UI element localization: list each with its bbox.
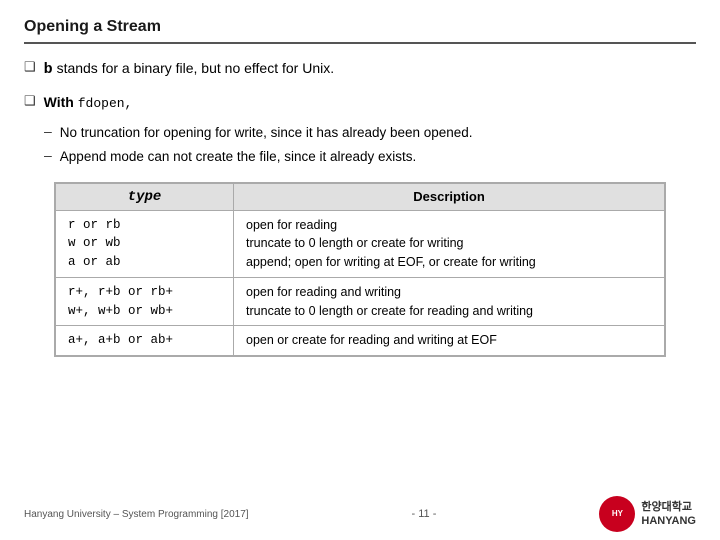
bullet2-row: ❑ With fdopen, [24,92,696,114]
type-cell-1: r+, r+b or rb+ w+, w+b or wb+ [56,277,234,326]
type-table: type Description r or rb w or wb a or ab… [54,182,666,358]
table-row: r+, r+b or rb+ w+, w+b or wb+open for re… [56,277,665,326]
sub-dash2: – [44,147,52,163]
table-header-row: type Description [56,183,665,210]
footer-left-text: Hanyang University – System Programming … [24,509,249,520]
sub-bullet2-row: – Append mode can not create the file, s… [44,147,696,167]
bullet2-code: fdopen, [78,96,133,111]
col2-header: Description [234,183,665,210]
bullet2-icon: ❑ [24,93,36,109]
page-title: Opening a Stream [24,18,161,35]
page: Opening a Stream ❑ b stands for a binary… [0,0,720,540]
table-row: a+, a+b or ab+open or create for reading… [56,326,665,356]
bullet1-text: b stands for a binary file, but no effec… [44,58,334,82]
bullet1-row: ❑ b stands for a binary file, but no eff… [24,58,696,82]
title-section: Opening a Stream [24,18,696,44]
table-row: r or rb w or wb a or abopen for reading … [56,210,665,277]
sub-dash1: – [44,123,52,139]
footer-logo: HY 한양대학교 HANYANG [599,496,696,532]
type-cell-0: r or rb w or wb a or ab [56,210,234,277]
logo-abbr: HY [612,509,623,519]
bullet1-b: b [44,61,53,78]
logo-line2: HANYANG [641,514,696,528]
bullet2-text: With fdopen, [44,92,133,114]
sub-bullet2-text: Append mode can not create the file, sin… [60,147,416,167]
type-cell-2: a+, a+b or ab+ [56,326,234,356]
bullet1-icon: ❑ [24,59,36,75]
footer: Hanyang University – System Programming … [0,496,720,532]
sub-bullets: – No truncation for opening for write, s… [44,123,696,168]
bullet1-section: ❑ b stands for a binary file, but no eff… [24,58,696,82]
sub-bullet1-row: – No truncation for opening for write, s… [44,123,696,143]
col1-header: type [56,183,234,210]
footer-page-number: - 11 - [412,508,437,520]
desc-cell-0: open for reading truncate to 0 length or… [234,210,665,277]
logo-label: 한양대학교 HANYANG [641,500,696,529]
desc-cell-2: open or create for reading and writing a… [234,326,665,356]
bullet2-with: With [44,94,78,110]
bullet2-section: ❑ With fdopen, – No truncation for openi… [24,92,696,168]
desc-cell-1: open for reading and writing truncate to… [234,277,665,326]
bullet1-content: stands for a binary file, but no effect … [57,60,335,76]
logo-line1: 한양대학교 [641,500,696,514]
logo-circle: HY [599,496,635,532]
sub-bullet1-text: No truncation for opening for write, sin… [60,123,473,143]
